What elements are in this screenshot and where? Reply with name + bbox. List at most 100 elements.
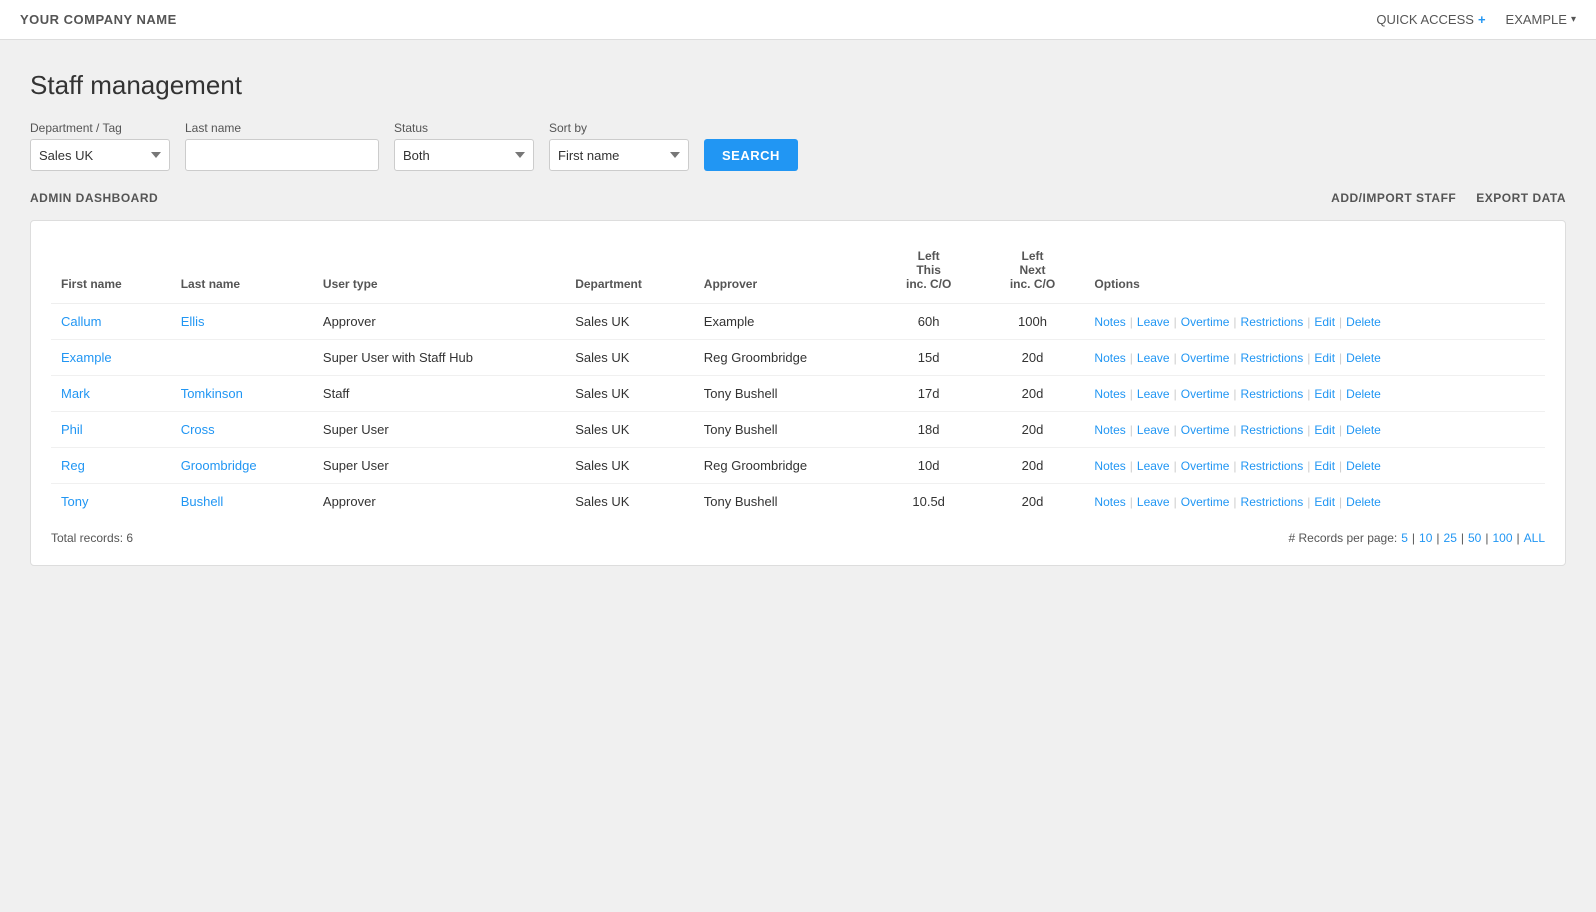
table-row: CallumEllisApproverSales UKExample60h100… bbox=[51, 304, 1545, 340]
option-overtime-link[interactable]: Overtime bbox=[1181, 387, 1230, 401]
page-title: Staff management bbox=[30, 70, 1566, 101]
option-edit-link[interactable]: Edit bbox=[1314, 459, 1335, 473]
option-restrictions-link[interactable]: Restrictions bbox=[1241, 387, 1304, 401]
option-restrictions-link[interactable]: Restrictions bbox=[1241, 351, 1304, 365]
total-records: Total records: 6 bbox=[51, 531, 133, 545]
firstname-link[interactable]: Example bbox=[61, 350, 112, 365]
option-delete-link[interactable]: Delete bbox=[1346, 495, 1381, 509]
company-name: YOUR COMPANY NAME bbox=[20, 12, 177, 27]
option-overtime-link[interactable]: Overtime bbox=[1181, 351, 1230, 365]
status-select[interactable]: Both Active Inactive bbox=[394, 139, 534, 171]
approver-cell: Reg Groombridge bbox=[694, 448, 877, 484]
sortby-select[interactable]: First name Last name Department bbox=[549, 139, 689, 171]
col-usertype: User type bbox=[313, 241, 565, 304]
option-leave-link[interactable]: Leave bbox=[1137, 351, 1170, 365]
option-notes-link[interactable]: Notes bbox=[1094, 423, 1125, 437]
lastname-input[interactable] bbox=[185, 139, 379, 171]
lastname-link[interactable]: Bushell bbox=[181, 494, 224, 509]
page-size-50[interactable]: 50 bbox=[1468, 531, 1481, 545]
lastname-link[interactable]: Ellis bbox=[181, 314, 205, 329]
department-tag-select[interactable]: Sales UK All departments bbox=[30, 139, 170, 171]
col-left-this: LeftThisinc. C/O bbox=[877, 241, 981, 304]
options-cell: Notes|Leave|Overtime|Restrictions|Edit|D… bbox=[1084, 304, 1545, 340]
sub-nav-right: ADD/IMPORT STAFF EXPORT DATA bbox=[1331, 191, 1566, 205]
search-button[interactable]: SEARCH bbox=[704, 139, 798, 171]
example-label: EXAMPLE bbox=[1506, 12, 1567, 27]
top-nav: YOUR COMPANY NAME QUICK ACCESS + EXAMPLE… bbox=[0, 0, 1596, 40]
firstname-link[interactable]: Reg bbox=[61, 458, 85, 473]
chevron-down-icon: ▾ bbox=[1571, 14, 1576, 25]
option-restrictions-link[interactable]: Restrictions bbox=[1241, 315, 1304, 329]
option-notes-link[interactable]: Notes bbox=[1094, 351, 1125, 365]
option-notes-link[interactable]: Notes bbox=[1094, 315, 1125, 329]
option-restrictions-link[interactable]: Restrictions bbox=[1241, 495, 1304, 509]
firstname-link[interactable]: Tony bbox=[61, 494, 88, 509]
quick-access[interactable]: QUICK ACCESS + bbox=[1376, 12, 1485, 27]
status-label: Status bbox=[394, 121, 534, 135]
option-leave-link[interactable]: Leave bbox=[1137, 495, 1170, 509]
left-this-cell: 60h bbox=[877, 304, 981, 340]
option-notes-link[interactable]: Notes bbox=[1094, 459, 1125, 473]
top-nav-right: QUICK ACCESS + EXAMPLE ▾ bbox=[1376, 12, 1576, 27]
lastname-link[interactable]: Tomkinson bbox=[181, 386, 243, 401]
left-next-cell: 20d bbox=[981, 376, 1085, 412]
department-filter-group: Department / Tag Sales UK All department… bbox=[30, 121, 170, 171]
table-row: ExampleSuper User with Staff HubSales UK… bbox=[51, 340, 1545, 376]
page-size-10[interactable]: 10 bbox=[1419, 531, 1432, 545]
option-delete-link[interactable]: Delete bbox=[1346, 423, 1381, 437]
sortby-filter-group: Sort by First name Last name Department bbox=[549, 121, 689, 171]
option-overtime-link[interactable]: Overtime bbox=[1181, 423, 1230, 437]
firstname-link[interactable]: Mark bbox=[61, 386, 90, 401]
option-edit-link[interactable]: Edit bbox=[1314, 495, 1335, 509]
example-dropdown[interactable]: EXAMPLE ▾ bbox=[1506, 12, 1576, 27]
options-cell: Notes|Leave|Overtime|Restrictions|Edit|D… bbox=[1084, 340, 1545, 376]
options-cell: Notes|Leave|Overtime|Restrictions|Edit|D… bbox=[1084, 484, 1545, 520]
left-next-cell: 20d bbox=[981, 484, 1085, 520]
export-data-link[interactable]: EXPORT DATA bbox=[1476, 191, 1566, 205]
options-cell: Notes|Leave|Overtime|Restrictions|Edit|D… bbox=[1084, 448, 1545, 484]
option-edit-link[interactable]: Edit bbox=[1314, 315, 1335, 329]
page-size-25[interactable]: 25 bbox=[1444, 531, 1457, 545]
option-leave-link[interactable]: Leave bbox=[1137, 459, 1170, 473]
table-footer: Total records: 6 # Records per page: 5 |… bbox=[51, 531, 1545, 545]
firstname-link[interactable]: Callum bbox=[61, 314, 101, 329]
option-leave-link[interactable]: Leave bbox=[1137, 423, 1170, 437]
firstname-link[interactable]: Phil bbox=[61, 422, 83, 437]
lastname-link[interactable]: Groombridge bbox=[181, 458, 257, 473]
option-notes-link[interactable]: Notes bbox=[1094, 387, 1125, 401]
option-overtime-link[interactable]: Overtime bbox=[1181, 459, 1230, 473]
option-delete-link[interactable]: Delete bbox=[1346, 387, 1381, 401]
option-edit-link[interactable]: Edit bbox=[1314, 423, 1335, 437]
approver-cell: Reg Groombridge bbox=[694, 340, 877, 376]
option-restrictions-link[interactable]: Restrictions bbox=[1241, 459, 1304, 473]
sortby-label: Sort by bbox=[549, 121, 689, 135]
approver-cell: Tony Bushell bbox=[694, 412, 877, 448]
option-overtime-link[interactable]: Overtime bbox=[1181, 495, 1230, 509]
page-size-100[interactable]: 100 bbox=[1492, 531, 1512, 545]
lastname-link[interactable]: Cross bbox=[181, 422, 215, 437]
add-import-staff-link[interactable]: ADD/IMPORT STAFF bbox=[1331, 191, 1456, 205]
col-approver: Approver bbox=[694, 241, 877, 304]
left-this-cell: 18d bbox=[877, 412, 981, 448]
page-size-5[interactable]: 5 bbox=[1401, 531, 1408, 545]
left-next-cell: 100h bbox=[981, 304, 1085, 340]
option-delete-link[interactable]: Delete bbox=[1346, 459, 1381, 473]
option-leave-link[interactable]: Leave bbox=[1137, 315, 1170, 329]
department-cell: Sales UK bbox=[565, 484, 694, 520]
option-edit-link[interactable]: Edit bbox=[1314, 387, 1335, 401]
option-delete-link[interactable]: Delete bbox=[1346, 315, 1381, 329]
option-notes-link[interactable]: Notes bbox=[1094, 495, 1125, 509]
user-type-cell: Staff bbox=[313, 376, 565, 412]
left-this-cell: 15d bbox=[877, 340, 981, 376]
option-leave-link[interactable]: Leave bbox=[1137, 387, 1170, 401]
option-edit-link[interactable]: Edit bbox=[1314, 351, 1335, 365]
option-overtime-link[interactable]: Overtime bbox=[1181, 315, 1230, 329]
department-cell: Sales UK bbox=[565, 304, 694, 340]
quick-access-plus-icon: + bbox=[1478, 12, 1486, 27]
page-size-all[interactable]: ALL bbox=[1524, 531, 1545, 545]
option-restrictions-link[interactable]: Restrictions bbox=[1241, 423, 1304, 437]
admin-dashboard-link[interactable]: ADMIN DASHBOARD bbox=[30, 191, 158, 205]
department-cell: Sales UK bbox=[565, 376, 694, 412]
main-content: Staff management Department / Tag Sales … bbox=[0, 40, 1596, 912]
option-delete-link[interactable]: Delete bbox=[1346, 351, 1381, 365]
